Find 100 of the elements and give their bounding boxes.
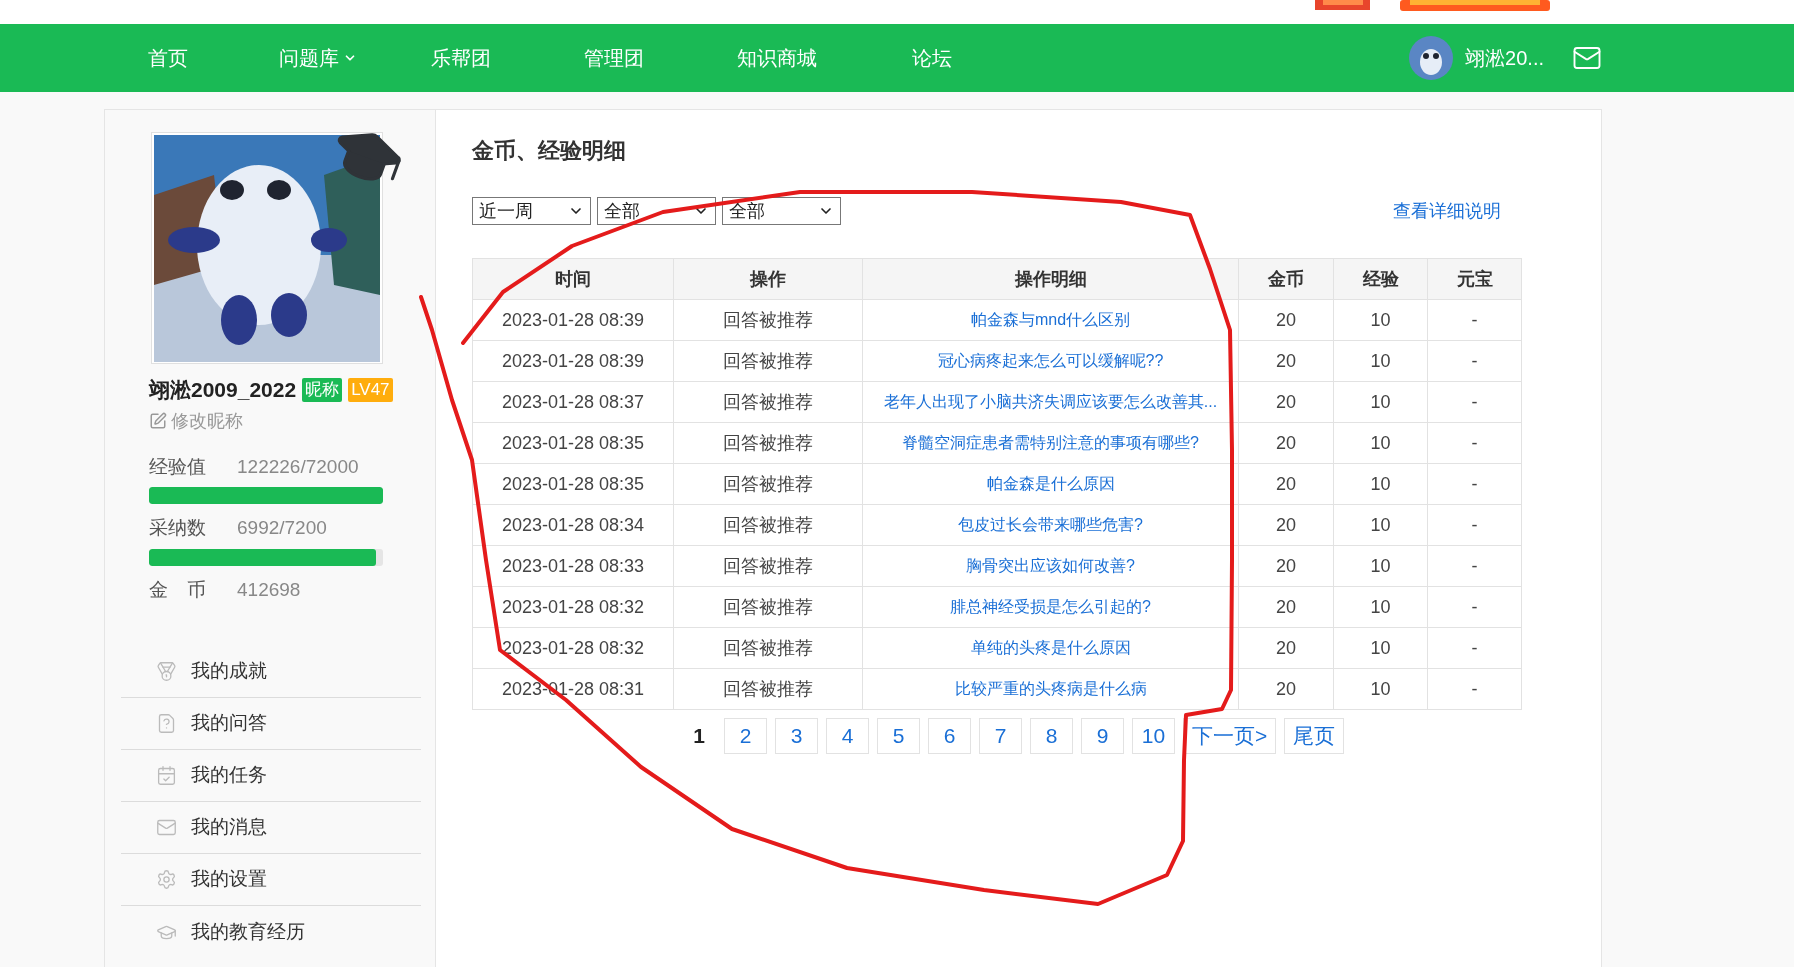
table-cell: 20 [1238, 299, 1334, 341]
filter-select[interactable]: 近一周 [472, 197, 591, 225]
table-cell: 10 [1333, 463, 1428, 505]
page-link[interactable]: 10 [1132, 718, 1175, 754]
table-cell: - [1427, 504, 1522, 546]
table-cell: 20 [1238, 668, 1334, 710]
table-cell: 回答被推荐 [673, 627, 863, 669]
stat-label: 金 币 [149, 577, 207, 602]
page-link[interactable]: 下一页> [1183, 718, 1277, 754]
table-cell: 2023-01-28 08:33 [472, 545, 674, 587]
column-header: 操作明细 [862, 258, 1239, 300]
table-cell: 2023-01-28 08:37 [472, 381, 674, 423]
table-cell: - [1427, 299, 1522, 341]
mail-icon [156, 817, 177, 838]
page-link[interactable]: 2 [724, 718, 767, 754]
table-cell: 10 [1333, 586, 1428, 628]
question-link[interactable]: 包皮过长会带来哪些危害? [862, 504, 1239, 546]
column-header: 经验 [1333, 258, 1428, 300]
question-link[interactable]: 老年人出现了小脑共济失调应该要怎么改善其... [862, 381, 1239, 423]
question-icon [156, 713, 177, 734]
level-tag: LV47 [348, 377, 393, 402]
stat-label: 采纳数 [149, 516, 207, 540]
table-cell: 20 [1238, 463, 1334, 505]
question-link[interactable]: 比较严重的头疼病是什么病 [862, 668, 1239, 710]
page-link[interactable]: 4 [826, 718, 869, 754]
table-cell: 20 [1238, 504, 1334, 546]
table-cell: - [1427, 668, 1522, 710]
stat-value: 122226/72000 [237, 454, 359, 479]
page-link[interactable]: 尾页 [1284, 718, 1345, 754]
table-cell: 回答被推荐 [673, 299, 863, 341]
table-cell: 回答被推荐 [673, 668, 863, 710]
table-cell: 回答被推荐 [673, 545, 863, 587]
table-cell: 10 [1333, 627, 1428, 669]
sidebar-menu-item[interactable]: 我的任务 [121, 750, 421, 802]
question-link[interactable]: 冠心病疼起来怎么可以缓解呢?? [862, 340, 1239, 382]
page-link[interactable]: 3 [775, 718, 818, 754]
page-link[interactable]: 6 [928, 718, 971, 754]
table-cell: 回答被推荐 [673, 463, 863, 505]
table-cell: 10 [1333, 668, 1428, 710]
level-tag: 昵称 [302, 377, 343, 402]
sidebar-menu-item[interactable]: 我的教育经历 [121, 906, 421, 958]
sidebar-menu-item[interactable]: 我的设置 [121, 854, 421, 906]
table-cell: 2023-01-28 08:34 [472, 504, 674, 546]
table-cell: 回答被推荐 [673, 340, 863, 382]
settings-icon [156, 869, 177, 890]
sidebar-menu-item[interactable]: 我的问答 [121, 698, 421, 750]
table-cell: - [1427, 545, 1522, 587]
table-cell: - [1427, 627, 1522, 669]
page-link[interactable]: 5 [877, 718, 920, 754]
sidebar-menu-item[interactable]: 我的成就 [121, 646, 421, 698]
table-cell: - [1427, 422, 1522, 464]
question-link[interactable]: 帕金森与mnd什么区别 [862, 299, 1239, 341]
table-cell: 2023-01-28 08:39 [472, 340, 674, 382]
table-cell: 20 [1238, 381, 1334, 423]
question-link[interactable]: 脊髓空洞症患者需特别注意的事项有哪些? [862, 422, 1239, 464]
user-avatar[interactable] [1409, 36, 1454, 80]
page-title: 金币、经验明细 [472, 137, 627, 165]
column-header: 元宝 [1427, 258, 1522, 300]
page-link[interactable]: 9 [1081, 718, 1124, 754]
table-cell: 10 [1333, 340, 1428, 382]
question-link[interactable]: 腓总神经受损是怎么引起的? [862, 586, 1239, 628]
page-link[interactable]: 7 [979, 718, 1022, 754]
stat-label: 经验值 [149, 454, 207, 479]
question-link[interactable]: 胸骨突出应该如何改善? [862, 545, 1239, 587]
column-header: 操作 [673, 258, 863, 300]
page-link[interactable]: 1 [682, 718, 716, 754]
table-cell: 20 [1238, 627, 1334, 669]
table-cell: 10 [1333, 381, 1428, 423]
table-cell: 2023-01-28 08:35 [472, 463, 674, 505]
table-cell: - [1427, 340, 1522, 382]
column-header: 时间 [472, 258, 674, 300]
filter-select[interactable]: 全部 [722, 197, 841, 225]
table-cell: - [1427, 586, 1522, 628]
table-cell: - [1427, 463, 1522, 505]
sidebar-menu-item[interactable]: 我的消息 [121, 802, 421, 854]
column-header: 金币 [1238, 258, 1334, 300]
table-cell: 2023-01-28 08:39 [472, 299, 674, 341]
table-cell: 20 [1238, 586, 1334, 628]
table-cell: - [1427, 381, 1522, 423]
table-cell: 20 [1238, 422, 1334, 464]
table-cell: 2023-01-28 08:32 [472, 586, 674, 628]
table-cell: 20 [1238, 340, 1334, 382]
user-nickname: 翊淞2009_2022 [149, 377, 297, 403]
table-cell: 20 [1238, 545, 1334, 587]
question-link[interactable]: 帕金森是什么原因 [862, 463, 1239, 505]
edit-icon [149, 412, 167, 430]
table-cell: 10 [1333, 422, 1428, 464]
table-cell: 2023-01-28 08:32 [472, 627, 674, 669]
question-link[interactable]: 单纯的头疼是什么原因 [862, 627, 1239, 669]
table-cell: 10 [1333, 504, 1428, 546]
table-cell: 回答被推荐 [673, 586, 863, 628]
stat-value: 6992/7200 [237, 516, 327, 540]
page-link[interactable]: 8 [1030, 718, 1073, 754]
stat-value: 412698 [237, 577, 301, 602]
table-cell: 回答被推荐 [673, 381, 863, 423]
table-cell: 10 [1333, 299, 1428, 341]
edit-nickname-link[interactable]: 修改昵称 [149, 407, 435, 435]
table-cell: 10 [1333, 545, 1428, 587]
details-link[interactable]: 查看详细说明 [1393, 197, 1501, 225]
table-cell: 2023-01-28 08:35 [472, 422, 674, 464]
